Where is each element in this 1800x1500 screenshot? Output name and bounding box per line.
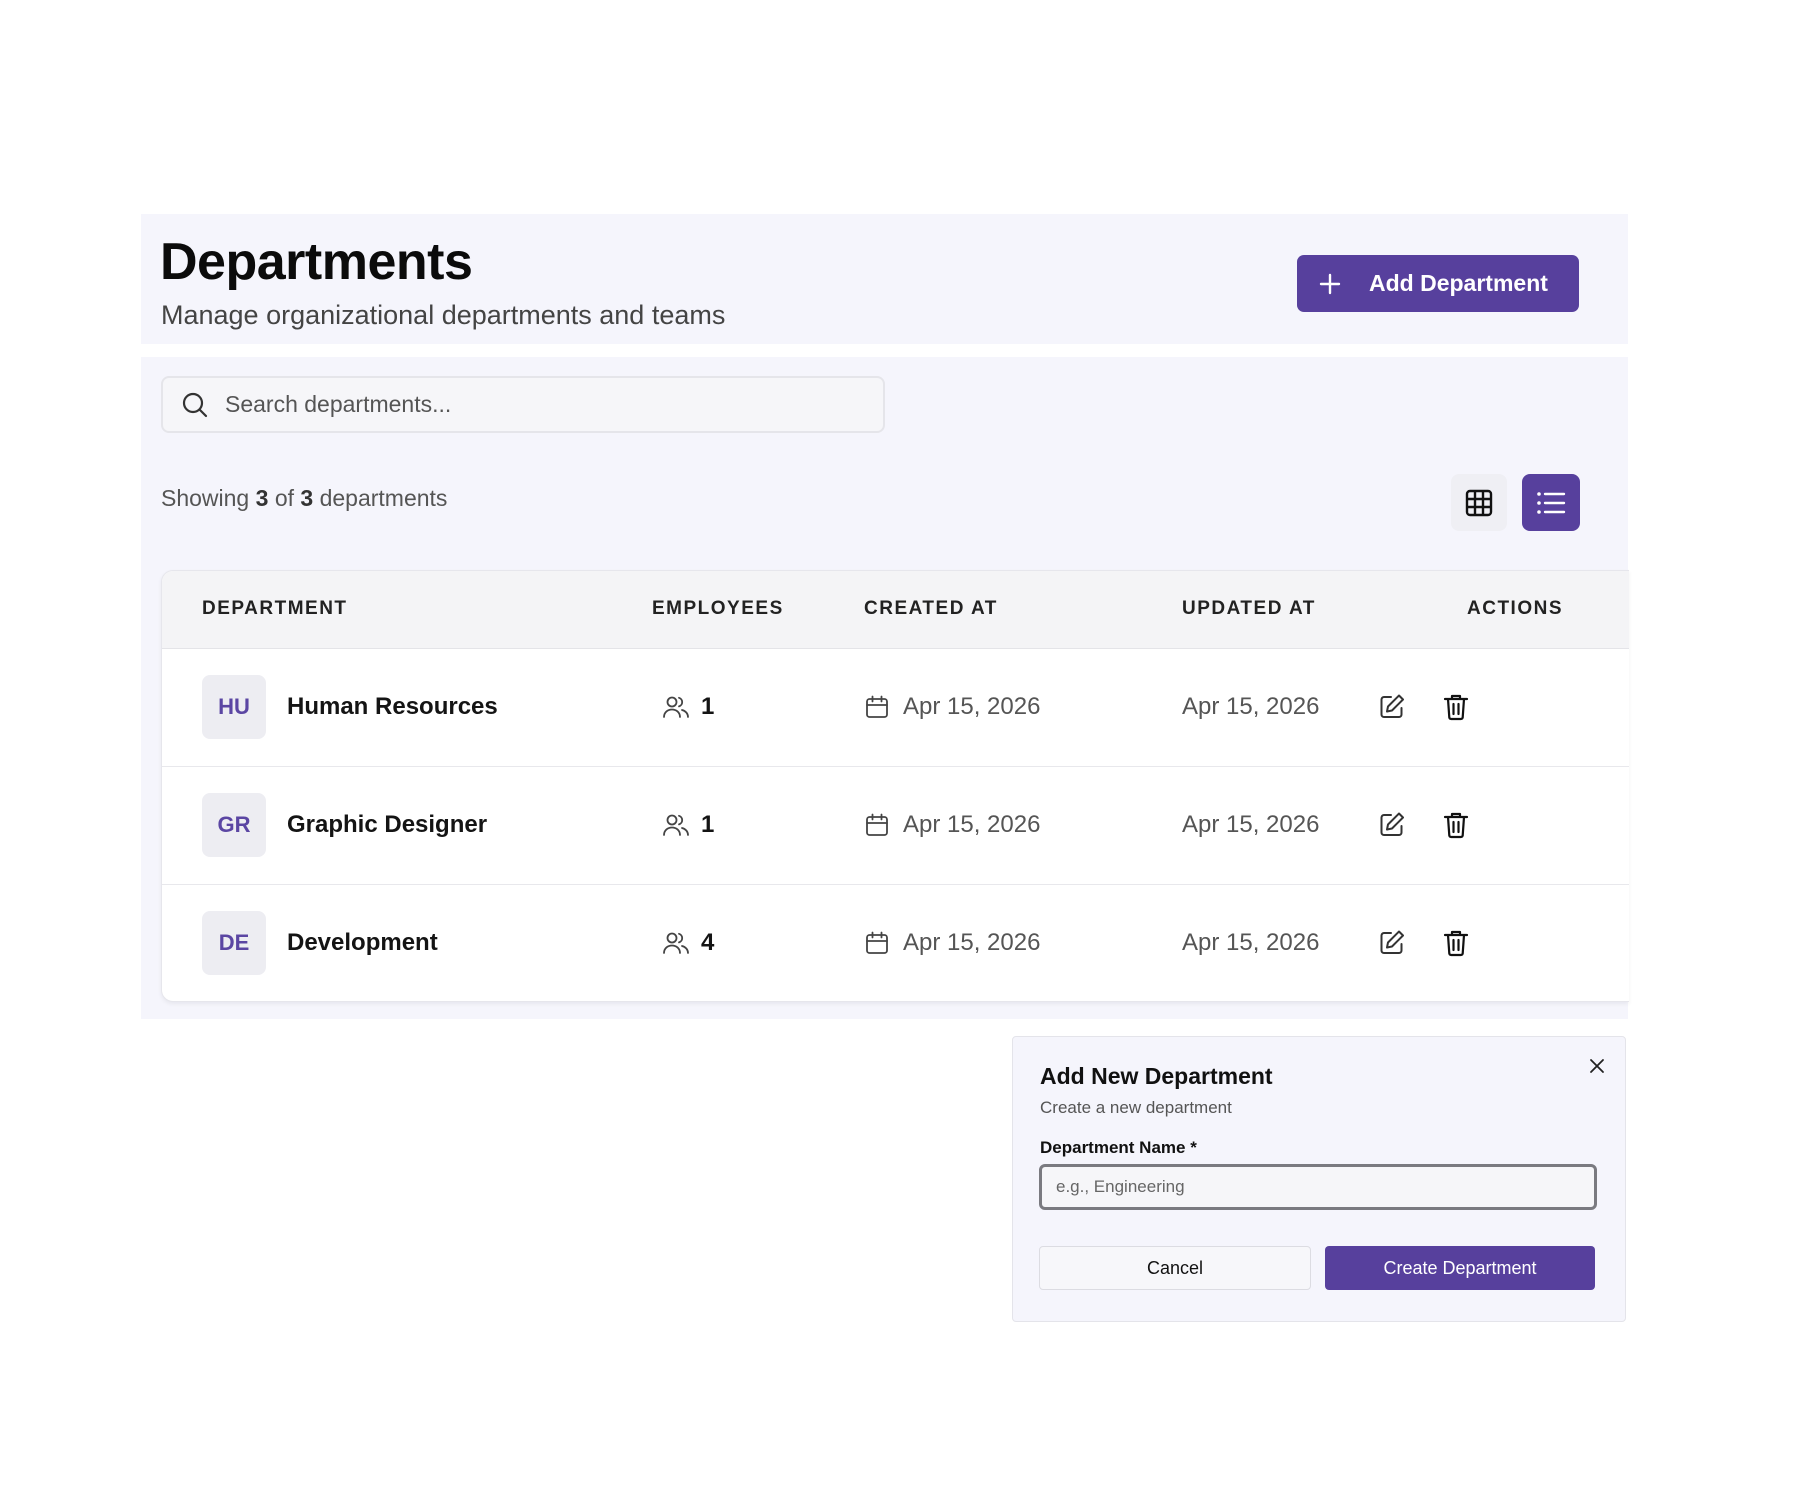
cancel-button[interactable]: Cancel	[1039, 1246, 1311, 1290]
users-icon	[663, 814, 689, 836]
department-avatar: HU	[202, 675, 266, 739]
dialog-title: Add New Department	[1040, 1063, 1273, 1089]
trash-icon[interactable]	[1441, 928, 1471, 958]
summary-prefix: Showing	[161, 485, 250, 511]
calendar-icon	[866, 931, 888, 954]
edit-icon[interactable]	[1377, 810, 1407, 840]
table-row[interactable]: DE Development 4 Apr 15, 2026 Apr 15, 20…	[162, 885, 1629, 1001]
summary-shown-count: 3	[255, 485, 269, 511]
employee-count: 4	[701, 929, 715, 956]
trash-icon[interactable]	[1441, 810, 1471, 840]
edit-icon[interactable]	[1377, 928, 1407, 958]
calendar-icon	[866, 695, 888, 718]
close-icon[interactable]	[1588, 1057, 1606, 1075]
department-avatar: GR	[202, 793, 266, 857]
results-summary: Showing 3 of 3 departments	[161, 485, 447, 512]
department-name-label: Department Name *	[1040, 1138, 1197, 1157]
summary-suffix: departments	[319, 485, 448, 511]
add-department-button[interactable]: Add Department	[1297, 255, 1579, 312]
calendar-icon	[866, 813, 888, 836]
summary-total-count: 3	[300, 485, 314, 511]
column-header-employees[interactable]: EMPLOYEES	[652, 598, 784, 620]
grid-view-icon	[1465, 489, 1493, 516]
department-name: Human Resources	[287, 693, 498, 720]
list-view-icon	[1537, 491, 1566, 514]
page-subtitle: Manage organizational departments and te…	[161, 300, 726, 330]
updated-at: Apr 15, 2026	[1182, 693, 1320, 720]
department-avatar: DE	[202, 911, 266, 975]
column-header-actions: ACTIONS	[1467, 598, 1563, 619]
column-header-department[interactable]: DEPARTMENT	[202, 598, 348, 620]
users-icon	[663, 696, 689, 718]
created-at: Apr 15, 2026	[903, 811, 1041, 838]
plus-icon	[1319, 273, 1341, 294]
employee-count: 1	[701, 811, 715, 838]
employee-count: 1	[701, 693, 715, 720]
page-header: Departments Manage organizational depart…	[141, 214, 1628, 344]
add-department-label: Add Department	[1369, 270, 1548, 296]
column-header-updated-at[interactable]: UPDATED AT	[1182, 598, 1316, 620]
search-icon	[182, 392, 208, 417]
table-header: DEPARTMENT EMPLOYEES CREATED AT UPDATED …	[162, 571, 1629, 649]
department-name: Development	[287, 929, 438, 956]
search-input[interactable]	[223, 390, 867, 419]
list-view-button[interactable]	[1522, 474, 1580, 531]
grid-view-button[interactable]	[1451, 474, 1507, 531]
search-box[interactable]	[161, 376, 885, 433]
trash-icon[interactable]	[1441, 692, 1471, 722]
page-title: Departments	[160, 233, 473, 291]
column-header-created-at[interactable]: CREATED AT	[864, 598, 998, 620]
created-at: Apr 15, 2026	[903, 693, 1041, 720]
create-department-button[interactable]: Create Department	[1325, 1246, 1595, 1290]
updated-at: Apr 15, 2026	[1182, 929, 1320, 956]
department-name: Graphic Designer	[287, 811, 488, 838]
departments-table: DEPARTMENT EMPLOYEES CREATED AT UPDATED …	[161, 570, 1629, 1002]
table-row[interactable]: GR Graphic Designer 1 Apr 15, 2026 Apr 1…	[162, 767, 1629, 885]
dialog-description: Create a new department	[1040, 1098, 1232, 1117]
add-department-dialog: Add New Department Create a new departme…	[1012, 1036, 1626, 1322]
updated-at: Apr 15, 2026	[1182, 811, 1320, 838]
table-row[interactable]: HU Human Resources 1 Apr 15, 2026 Apr 15…	[162, 649, 1629, 767]
department-name-input[interactable]	[1039, 1164, 1597, 1210]
users-icon	[663, 932, 689, 954]
content-panel: Showing 3 of 3 departments DEPARTMENT EM…	[141, 357, 1629, 1019]
created-at: Apr 15, 2026	[903, 929, 1041, 956]
edit-icon[interactable]	[1377, 692, 1407, 722]
summary-of: of	[274, 485, 294, 511]
